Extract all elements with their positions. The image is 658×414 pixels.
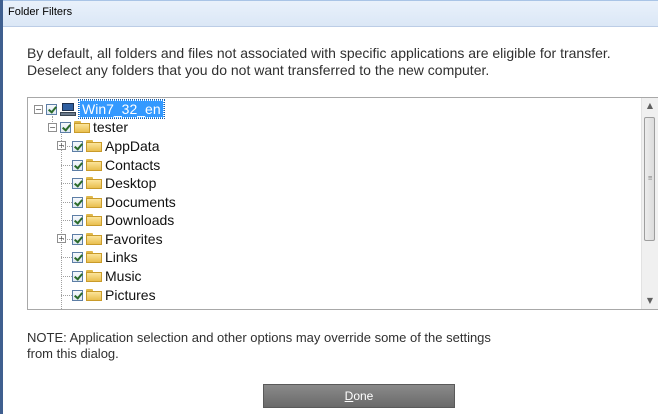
tree-row-root[interactable]: − Win7_32_en	[34, 99, 165, 119]
checkbox-documents[interactable]	[72, 196, 83, 208]
done-mnemonic: D	[344, 389, 354, 403]
folder-icon	[86, 177, 102, 189]
tree-row-item[interactable]: Desktop	[61, 174, 156, 192]
checkbox-contacts[interactable]	[72, 159, 83, 171]
intro-line-1: By default, all folders and files not as…	[27, 45, 611, 61]
tree-label-favorites[interactable]: Favorites	[105, 231, 163, 247]
tree-label-appdata[interactable]: AppData	[105, 138, 159, 154]
tree-row-item[interactable]: Music	[61, 267, 142, 285]
folder-icon	[86, 270, 102, 282]
window-frame-left	[0, 0, 3, 414]
checkbox-downloads[interactable]	[72, 214, 83, 226]
folder-icon	[86, 214, 102, 226]
tree-label-documents[interactable]: Documents	[105, 194, 176, 210]
checkbox-links[interactable]	[72, 251, 83, 263]
grip-icon: ≡	[648, 174, 653, 182]
tree-row-item[interactable]: Contacts	[61, 156, 160, 174]
tree-row-item[interactable]: Documents	[61, 193, 176, 211]
checkbox-favorites[interactable]	[72, 233, 83, 245]
folder-icon	[86, 251, 102, 263]
checkbox-desktop[interactable]	[72, 177, 83, 189]
folder-icon	[86, 289, 102, 301]
note-text: NOTE: Application selection and other op…	[27, 330, 587, 362]
tree-label-downloads[interactable]: Downloads	[105, 212, 174, 228]
done-button[interactable]: Done	[263, 384, 455, 408]
note-line-2: from this dialog.	[27, 346, 119, 361]
title-bar[interactable]: Folder Filters	[3, 1, 658, 27]
checkbox-root[interactable]	[46, 103, 57, 115]
tree-label-user[interactable]: tester	[93, 119, 128, 135]
computer-icon	[60, 102, 76, 116]
intro-line-2: Deselect any folders that you do not wan…	[27, 62, 490, 78]
folder-icon	[74, 121, 90, 133]
checkbox-music[interactable]	[72, 270, 83, 282]
intro-text: By default, all folders and files not as…	[27, 45, 652, 79]
note-line-1: NOTE: Application selection and other op…	[27, 330, 491, 345]
folder-icon	[86, 233, 102, 245]
scroll-thumb[interactable]: ≡	[644, 117, 655, 241]
tree-connector	[61, 134, 62, 309]
scroll-up-arrow-icon[interactable]: ▲	[642, 98, 658, 114]
folder-tree[interactable]: − Win7_32_en − tester + AppData Contacts…	[27, 97, 658, 310]
tree-row-item[interactable]: Links	[61, 248, 138, 266]
vertical-scrollbar[interactable]: ▲ ≡ ▼	[641, 98, 658, 309]
scroll-down-arrow-icon[interactable]: ▼	[642, 293, 658, 309]
tree-label-desktop[interactable]: Desktop	[105, 175, 156, 191]
tree-label-links[interactable]: Links	[105, 249, 138, 265]
collapse-icon[interactable]: −	[48, 122, 57, 132]
tree-row-item[interactable]: + AppData	[57, 137, 159, 155]
tree-row-item[interactable]: Downloads	[61, 211, 174, 229]
checkbox-appdata[interactable]	[72, 140, 83, 152]
collapse-icon[interactable]: −	[34, 104, 43, 114]
checkbox-pictures[interactable]	[72, 289, 83, 301]
folder-icon	[86, 159, 102, 171]
tree-row-item[interactable]: Pictures	[61, 286, 156, 304]
tree-label-pictures[interactable]: Pictures	[105, 287, 156, 303]
window-title: Folder Filters	[8, 6, 73, 18]
tree-label-root[interactable]: Win7_32_en	[78, 99, 165, 119]
done-label: one	[353, 389, 374, 403]
folder-icon	[86, 196, 102, 208]
tree-label-music[interactable]: Music	[105, 268, 142, 284]
checkbox-user[interactable]	[60, 121, 71, 133]
tree-row-item[interactable]: + Favorites	[57, 230, 163, 248]
folder-icon	[86, 140, 102, 152]
tree-label-contacts[interactable]: Contacts	[105, 157, 160, 173]
tree-row-user[interactable]: − tester	[48, 118, 128, 136]
